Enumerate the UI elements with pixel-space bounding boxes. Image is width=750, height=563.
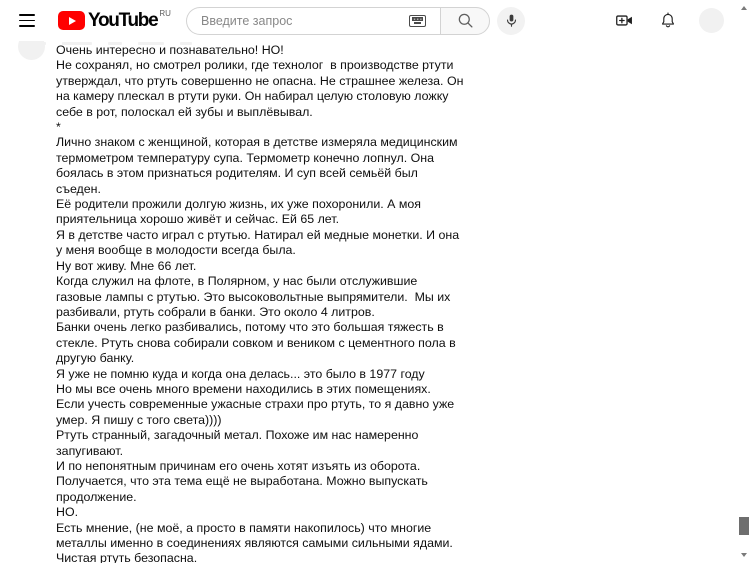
- microphone-icon: [506, 14, 516, 27]
- youtube-play-icon: [58, 11, 85, 30]
- bell-icon: [661, 11, 675, 27]
- comment-item: Очень интересно и познавательно! НО! Не …: [0, 41, 738, 563]
- youtube-page: YouTube RU Введите запрос Очень интересн…: [0, 0, 750, 563]
- keyboard-icon[interactable]: [409, 14, 426, 27]
- masthead-header: YouTube RU: [0, 0, 738, 41]
- commenter-avatar[interactable]: [18, 41, 45, 60]
- create-video-button[interactable]: [611, 8, 637, 34]
- youtube-logo[interactable]: YouTube RU: [58, 9, 171, 31]
- youtube-logo-text: YouTube: [88, 10, 159, 31]
- masthead-start: YouTube RU: [0, 8, 186, 34]
- scroll-up-arrow[interactable]: [738, 2, 750, 14]
- search-input[interactable]: [201, 13, 409, 28]
- youtube-logo-country: RU: [159, 9, 171, 18]
- comments-scroll-region: Очень интересно и познавательно! НО! Не …: [0, 41, 738, 563]
- search-icon: [458, 13, 473, 28]
- search-wrapper: [186, 6, 490, 35]
- voice-search-button[interactable]: [497, 6, 525, 35]
- create-video-icon: [615, 15, 632, 26]
- scroll-thumb[interactable]: [739, 517, 749, 535]
- hamburger-menu-icon[interactable]: [14, 8, 40, 34]
- scrollbar-track[interactable]: [738, 14, 750, 549]
- masthead-search-area: [186, 6, 525, 35]
- vertical-scrollbar[interactable]: [738, 0, 750, 563]
- search-box[interactable]: [186, 6, 440, 35]
- comment-text: Очень интересно и познавательно! НО! Не …: [56, 43, 464, 563]
- search-button[interactable]: [440, 6, 490, 35]
- scroll-down-arrow[interactable]: [738, 549, 750, 561]
- masthead-end: [611, 8, 738, 34]
- notifications-button[interactable]: [655, 8, 681, 34]
- comment-body: Очень интересно и познавательно! НО! Не …: [56, 42, 466, 563]
- account-avatar[interactable]: [699, 8, 724, 33]
